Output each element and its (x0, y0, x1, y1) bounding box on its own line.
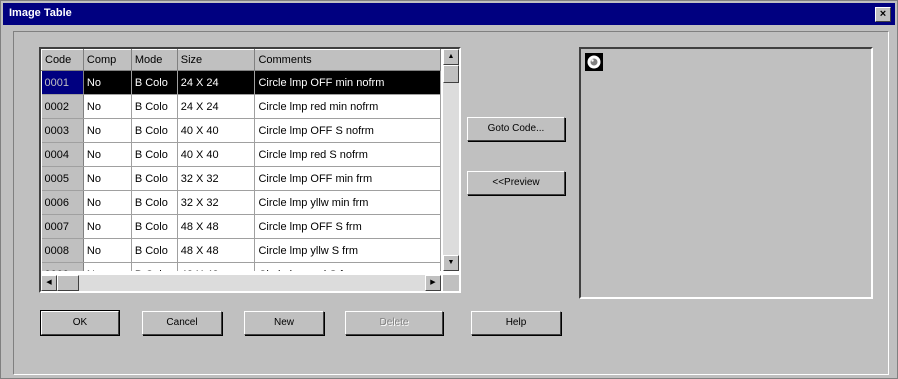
table-row[interactable]: 0002 No B Colo 24 X 24 Circle lmp red min no… (41, 94, 441, 119)
table-row[interactable]: 0008 No B Colo 48 X 48 Circle lmp yllw S frm (41, 238, 441, 263)
cell-size: 48 X 48 (177, 214, 256, 239)
cell-comments: Circle lmp OFF S frm (254, 214, 441, 239)
cell-mode: B Colo (131, 118, 178, 143)
cell-comments: Circle lmp red S nofrm (254, 142, 441, 167)
cancel-button[interactable]: Cancel (142, 311, 222, 335)
cell-mode: B Colo (131, 190, 178, 215)
cell-code: 0009 (41, 262, 84, 271)
cell-size: 40 X 40 (177, 118, 256, 143)
delete-button: Delete (345, 311, 443, 335)
table-row[interactable]: 0007 No B Colo 48 X 48 Circle lmp OFF S frm (41, 214, 441, 239)
cell-code: 0004 (41, 142, 84, 167)
cell-code: 0006 (41, 190, 84, 215)
cell-comp: No (83, 262, 132, 271)
cell-comments: Circle lmp red S frm (254, 262, 441, 271)
cell-mode: B Colo (131, 214, 178, 239)
cell-comp: No (83, 70, 132, 95)
table-row[interactable]: 0005 No B Colo 32 X 32 Circle lmp OFF min fr… (41, 166, 441, 191)
scroll-up-icon[interactable]: ▲ (443, 49, 459, 65)
table-row[interactable]: 0003 No B Colo 40 X 40 Circle lmp OFF S nofr… (41, 118, 441, 143)
cell-comp: No (83, 94, 132, 119)
cell-size: 40 X 40 (177, 142, 256, 167)
cell-code: 0007 (41, 214, 84, 239)
goto-code-button[interactable]: Goto Code... (467, 117, 565, 141)
cell-comp: No (83, 238, 132, 263)
help-button[interactable]: Help (471, 311, 561, 335)
image-grid[interactable]: Code Comp Mode Size Comments 0001 No B Col… (39, 47, 461, 293)
cell-comp: No (83, 142, 132, 167)
cell-size: 32 X 32 (177, 190, 256, 215)
cell-code: 0008 (41, 238, 84, 263)
cell-size: 48 X 48 (177, 238, 256, 263)
lamp-icon (585, 53, 603, 71)
image-preview-pane (579, 47, 873, 299)
cell-comp: No (83, 190, 132, 215)
cell-comments: Circle lmp OFF S nofrm (254, 118, 441, 143)
image-table-window: Image Table × Code Comp Mode Size Commen… (0, 0, 898, 379)
cell-size: 24 X 24 (177, 94, 256, 119)
ok-button[interactable]: OK (40, 310, 120, 336)
close-icon[interactable]: × (875, 7, 891, 22)
cell-comments: Circle lmp OFF min nofrm (254, 70, 441, 95)
table-row[interactable]: 0004 No B Colo 40 X 40 Circle lmp red S nofr… (41, 142, 441, 167)
column-header-size[interactable]: Size (176, 49, 256, 71)
cell-comments: Circle lmp yllw S frm (254, 238, 441, 263)
grid-body: Code Comp Mode Size Comments 0001 No B Col… (41, 49, 441, 271)
cell-mode: B Colo (131, 142, 178, 167)
cell-mode: B Colo (131, 238, 178, 263)
column-header-code[interactable]: Code (41, 49, 84, 71)
cell-comments: Circle lmp OFF min frm (254, 166, 441, 191)
image-table: Code Comp Mode Size Comments 0001 No B Col… (41, 49, 441, 271)
horizontal-scrollbar[interactable]: ◀ ▶ (41, 275, 441, 291)
table-row[interactable]: 0001 No B Colo 24 X 24 Circle lmp OFF min no… (41, 70, 441, 95)
preview-button[interactable]: <<Preview (467, 171, 565, 195)
scroll-left-icon[interactable]: ◀ (41, 275, 57, 291)
cell-size: 24 X 24 (177, 70, 256, 95)
vertical-scrollbar[interactable]: ▲ ▼ (443, 49, 459, 271)
column-header-mode[interactable]: Mode (130, 49, 178, 71)
cell-comments: Circle lmp red min nofrm (254, 94, 441, 119)
cell-comp: No (83, 166, 132, 191)
table-row[interactable]: 0009NoB Colo48 X 48Circle lmp red S frm (41, 262, 441, 271)
scrollbar-corner (443, 275, 459, 291)
table-header-row: Code Comp Mode Size Comments (41, 49, 441, 71)
cell-code: 0003 (41, 118, 84, 143)
cell-code: 0002 (41, 94, 84, 119)
window-title: Image Table (9, 7, 72, 19)
scroll-down-icon[interactable]: ▼ (443, 255, 459, 271)
cell-size: 48 X 48 (177, 262, 256, 271)
new-button[interactable]: New (244, 311, 324, 335)
cell-code: 0005 (41, 166, 84, 191)
cell-mode: B Colo (131, 262, 178, 271)
column-header-comments[interactable]: Comments (254, 49, 441, 71)
table-row[interactable]: 0006 No B Colo 32 X 32 Circle lmp yllw min f… (41, 190, 441, 215)
cell-comp: No (83, 118, 132, 143)
cell-code: 0001 (41, 70, 84, 95)
column-header-comp[interactable]: Comp (82, 49, 132, 71)
horizontal-scroll-thumb[interactable] (57, 275, 79, 291)
cell-size: 32 X 32 (177, 166, 256, 191)
cell-mode: B Colo (131, 166, 178, 191)
cell-mode: B Colo (131, 70, 178, 95)
cell-comp: No (83, 214, 132, 239)
cell-mode: B Colo (131, 94, 178, 119)
cell-comments: Circle lmp yllw min frm (254, 190, 441, 215)
scroll-right-icon[interactable]: ▶ (425, 275, 441, 291)
title-bar: Image Table × (3, 3, 895, 25)
vertical-scroll-thumb[interactable] (443, 65, 459, 83)
